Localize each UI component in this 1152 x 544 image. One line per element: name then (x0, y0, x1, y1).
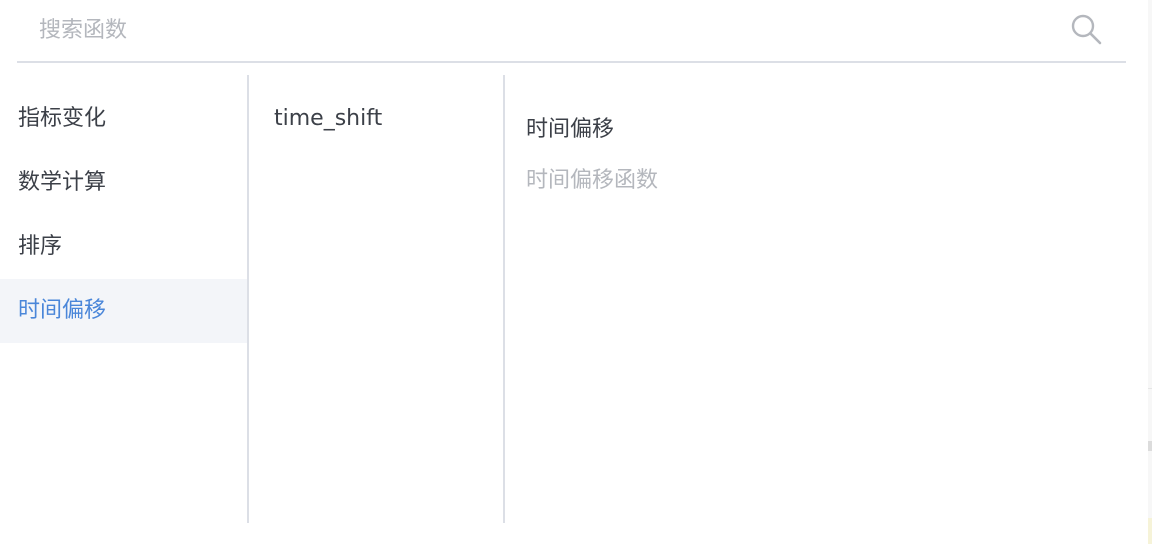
search-icon[interactable] (1070, 13, 1104, 47)
right-edge-line (1148, 388, 1152, 389)
right-edge-tint (1148, 518, 1152, 544)
category-item-time-shift[interactable]: 时间偏移 (0, 279, 247, 343)
category-item-indicator-change[interactable]: 指标变化 (0, 87, 247, 151)
category-item-sort[interactable]: 排序 (0, 215, 247, 279)
search-bar (17, 0, 1126, 63)
right-edge-mark (1148, 441, 1152, 451)
category-item-math-calculation[interactable]: 数学计算 (0, 151, 247, 215)
right-edge-strip (1148, 0, 1152, 544)
function-item-time-shift[interactable]: time_shift (249, 87, 503, 151)
function-list: time_shift (249, 87, 503, 151)
category-list: 指标变化 数学计算 排序 时间偏移 (0, 87, 247, 343)
function-detail-divider (503, 75, 505, 523)
function-detail-panel: 时间偏移 时间偏移函数 (526, 112, 1126, 199)
detail-description: 时间偏移函数 (526, 168, 659, 193)
search-input[interactable] (17, 0, 1057, 61)
detail-title: 时间偏移 (526, 117, 615, 142)
function-picker: 指标变化 数学计算 排序 时间偏移 time_shift 时间偏移 时间偏移函数 (0, 0, 1152, 544)
